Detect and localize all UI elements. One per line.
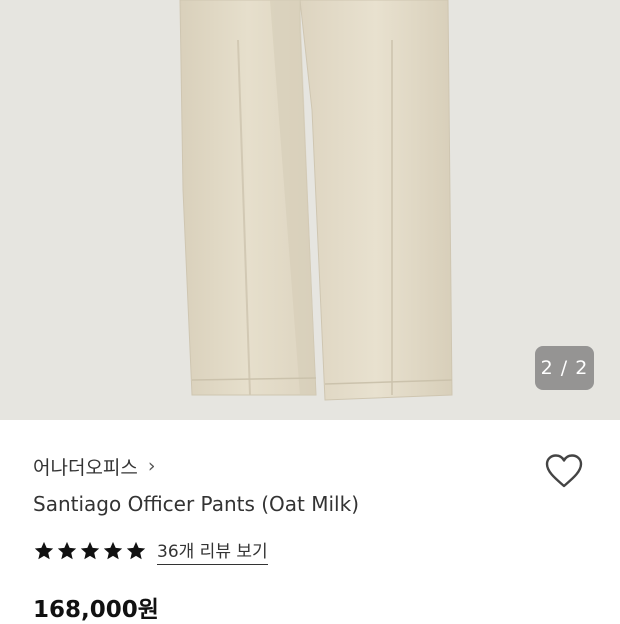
product-price: 168,000원	[33, 597, 159, 623]
star-filled-icon	[57, 541, 77, 560]
brand-name: 어나더오피스	[33, 456, 138, 479]
view-reviews-link[interactable]: 36개 리뷰 보기	[157, 537, 268, 565]
wishlist-button[interactable]	[544, 453, 584, 489]
chevron-right-icon: ›	[147, 454, 156, 477]
heart-outline-icon	[545, 454, 583, 488]
star-filled-icon	[126, 541, 146, 560]
star-filled-icon	[103, 541, 123, 560]
image-page-indicator: 2 / 2	[535, 346, 594, 390]
product-title: Santiago Officer Pants (Oat Milk)	[33, 492, 359, 516]
product-photo-pants	[179, 0, 453, 401]
rating-row: 36개 리뷰 보기	[33, 536, 268, 566]
brand-link[interactable]: 어나더오피스 ›	[33, 451, 156, 481]
product-image-gallery[interactable]: 2 / 2	[0, 0, 620, 420]
star-rating	[33, 540, 147, 562]
star-filled-icon	[80, 541, 100, 560]
star-filled-icon	[34, 541, 54, 560]
